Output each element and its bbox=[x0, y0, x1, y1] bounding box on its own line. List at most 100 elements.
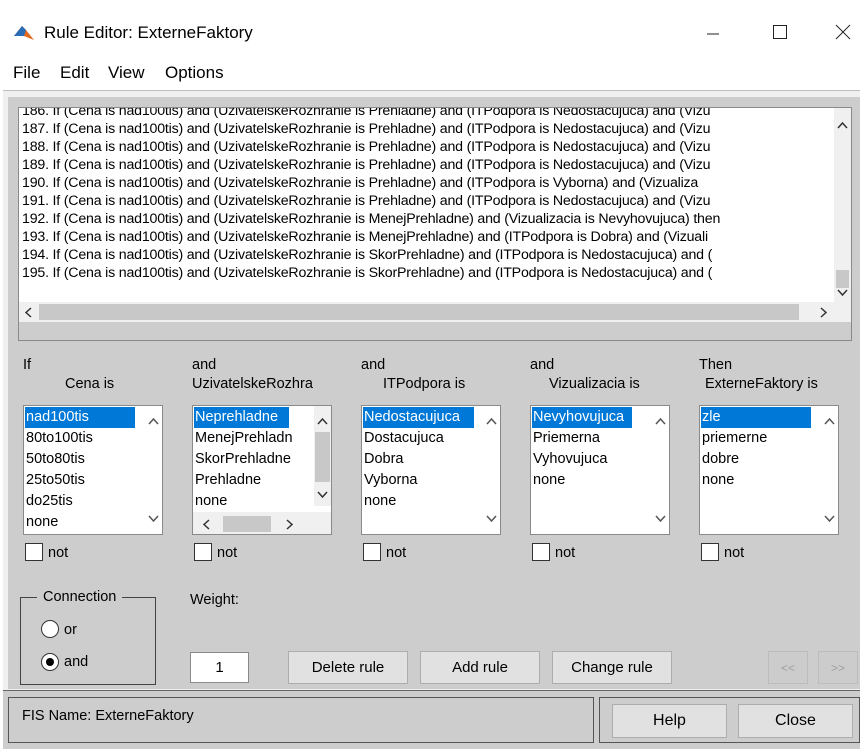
rule-item[interactable]: 190. If (Cena is nad100tis) and (Uzivate… bbox=[22, 174, 698, 192]
listbox-scrollbar[interactable] bbox=[314, 406, 331, 506]
listbox-scrollbar[interactable] bbox=[652, 406, 669, 534]
listbox-scrollbar[interactable] bbox=[821, 406, 838, 534]
close-button[interactable]: Close bbox=[738, 704, 853, 738]
chevron-up-icon[interactable] bbox=[823, 416, 836, 426]
not-checkbox[interactable] bbox=[363, 543, 381, 561]
not-checkbox[interactable] bbox=[194, 543, 212, 561]
scrollbar-thumb[interactable] bbox=[223, 516, 271, 532]
rule-item[interactable]: 192. If (Cena is nad100tis) and (Uzivate… bbox=[22, 210, 720, 228]
matlab-icon bbox=[14, 26, 34, 40]
rule-item[interactable]: 189. If (Cena is nad100tis) and (Uzivate… bbox=[22, 156, 710, 174]
uzivatelske-rozhranie-listbox[interactable]: Neprehladne MenejPrehladn SkorPrehladne … bbox=[192, 405, 332, 535]
list-item[interactable]: none bbox=[363, 491, 396, 512]
column-label: Vizualizacia is bbox=[549, 376, 640, 392]
rule-item[interactable]: 195. If (Cena is nad100tis) and (Uzivate… bbox=[22, 264, 712, 282]
chevron-down-icon[interactable] bbox=[485, 514, 498, 524]
list-item[interactable]: Neprehladne bbox=[194, 407, 289, 428]
list-item[interactable]: do25tis bbox=[25, 491, 73, 512]
add-rule-button[interactable]: Add rule bbox=[420, 651, 540, 684]
column-label: ITPodpora is bbox=[383, 376, 466, 392]
list-item[interactable]: 50to80tis bbox=[25, 449, 85, 470]
list-item[interactable]: Dostacujuca bbox=[363, 428, 444, 449]
externe-faktory-listbox[interactable]: zle priemerne dobre none bbox=[699, 405, 839, 535]
rule-list-vertical-scrollbar[interactable] bbox=[834, 108, 851, 304]
connection-title: Connection bbox=[37, 589, 123, 605]
chevron-right-icon[interactable] bbox=[285, 518, 295, 531]
maximize-button[interactable] bbox=[757, 10, 803, 54]
and-radio[interactable] bbox=[41, 653, 59, 671]
chevron-up-icon[interactable] bbox=[147, 416, 160, 426]
close-window-button[interactable] bbox=[823, 10, 863, 54]
list-item[interactable]: Vyborna bbox=[363, 470, 417, 491]
previous-button[interactable]: << bbox=[768, 651, 808, 684]
list-item[interactable]: Vyhovujuca bbox=[532, 449, 607, 470]
chevron-down-icon[interactable] bbox=[836, 288, 849, 298]
checkbox-label: not bbox=[724, 545, 745, 561]
list-item[interactable]: SkorPrehladne bbox=[194, 449, 291, 470]
list-item[interactable]: nad100tis bbox=[25, 407, 135, 428]
radio-label: or bbox=[64, 622, 77, 638]
cena-listbox[interactable]: nad100tis 80to100tis 50to80tis 25to50tis… bbox=[23, 405, 163, 535]
not-checkbox[interactable] bbox=[532, 543, 550, 561]
menu-view[interactable]: View bbox=[108, 63, 145, 83]
chevron-right-icon[interactable] bbox=[819, 306, 829, 319]
list-item[interactable]: zle bbox=[701, 407, 811, 428]
listbox-scrollbar[interactable] bbox=[483, 406, 500, 534]
list-item[interactable]: Nedostacujuca bbox=[363, 407, 474, 428]
rule-item[interactable]: 187. If (Cena is nad100tis) and (Uzivate… bbox=[22, 120, 710, 138]
rule-item[interactable]: 186. If (Cena is nad100tis) and (Uzivate… bbox=[22, 108, 710, 120]
close-icon bbox=[835, 24, 851, 40]
list-item[interactable]: Prehladne bbox=[194, 470, 261, 491]
delete-rule-button[interactable]: Delete rule bbox=[288, 651, 408, 684]
weight-input[interactable]: 1 bbox=[190, 652, 249, 683]
scrollbar-thumb[interactable] bbox=[836, 270, 849, 288]
list-item[interactable]: Nevyhovujuca bbox=[532, 407, 632, 428]
menu-file[interactable]: File bbox=[13, 63, 40, 83]
chevron-up-icon[interactable] bbox=[316, 416, 329, 426]
checkbox-label: not bbox=[386, 545, 407, 561]
scrollbar-thumb[interactable] bbox=[39, 304, 799, 320]
chevron-up-icon[interactable] bbox=[654, 416, 667, 426]
change-rule-button[interactable]: Change rule bbox=[552, 651, 672, 684]
rule-item[interactable]: 188. If (Cena is nad100tis) and (Uzivate… bbox=[22, 138, 710, 156]
not-checkbox[interactable] bbox=[25, 543, 43, 561]
chevron-down-icon[interactable] bbox=[147, 514, 160, 524]
chevron-left-icon[interactable] bbox=[23, 306, 33, 319]
rule-item[interactable]: 194. If (Cena is nad100tis) and (Uzivate… bbox=[22, 246, 712, 264]
chevron-down-icon[interactable] bbox=[823, 514, 836, 524]
list-item[interactable]: Dobra bbox=[363, 449, 404, 470]
itpodpora-listbox[interactable]: Nedostacujuca Dostacujuca Dobra Vyborna … bbox=[361, 405, 501, 535]
listbox-horizontal-scrollbar[interactable] bbox=[193, 512, 331, 534]
next-button[interactable]: >> bbox=[818, 651, 858, 684]
list-item[interactable]: none bbox=[25, 512, 58, 533]
list-item[interactable]: none bbox=[532, 470, 565, 491]
chevron-down-icon[interactable] bbox=[316, 490, 329, 500]
chevron-left-icon[interactable] bbox=[201, 518, 211, 531]
list-item[interactable]: none bbox=[194, 491, 227, 512]
list-item[interactable]: Priemerna bbox=[532, 428, 600, 449]
not-checkbox[interactable] bbox=[701, 543, 719, 561]
list-item[interactable]: 25to50tis bbox=[25, 470, 85, 491]
chevron-up-icon[interactable] bbox=[836, 120, 849, 130]
or-radio[interactable] bbox=[41, 620, 59, 638]
rule-list-horizontal-scrollbar[interactable] bbox=[19, 302, 851, 340]
menu-options[interactable]: Options bbox=[165, 63, 224, 83]
minimize-button[interactable] bbox=[690, 10, 736, 54]
list-item[interactable]: dobre bbox=[701, 449, 739, 470]
list-item[interactable]: priemerne bbox=[701, 428, 767, 449]
scrollbar-thumb[interactable] bbox=[315, 432, 330, 482]
menu-edit[interactable]: Edit bbox=[60, 63, 89, 83]
list-item[interactable]: none bbox=[701, 470, 734, 491]
rule-item[interactable]: 191. If (Cena is nad100tis) and (Uzivate… bbox=[22, 192, 710, 210]
rule-item[interactable]: 193. If (Cena is nad100tis) and (Uzivate… bbox=[22, 228, 708, 246]
list-item[interactable]: 80to100tis bbox=[25, 428, 93, 449]
vizualizacia-listbox[interactable]: Nevyhovujuca Priemerna Vyhovujuca none bbox=[530, 405, 670, 535]
list-item[interactable]: MenejPrehladn bbox=[194, 428, 293, 449]
window-title: Rule Editor: ExterneFaktory bbox=[44, 23, 253, 42]
help-button[interactable]: Help bbox=[612, 704, 727, 738]
listbox-scrollbar[interactable] bbox=[145, 406, 162, 534]
chevron-up-icon[interactable] bbox=[485, 416, 498, 426]
chevron-down-icon[interactable] bbox=[654, 514, 667, 524]
radio-label: and bbox=[64, 654, 89, 670]
rule-list[interactable]: 186. If (Cena is nad100tis) and (Uzivate… bbox=[18, 107, 852, 341]
